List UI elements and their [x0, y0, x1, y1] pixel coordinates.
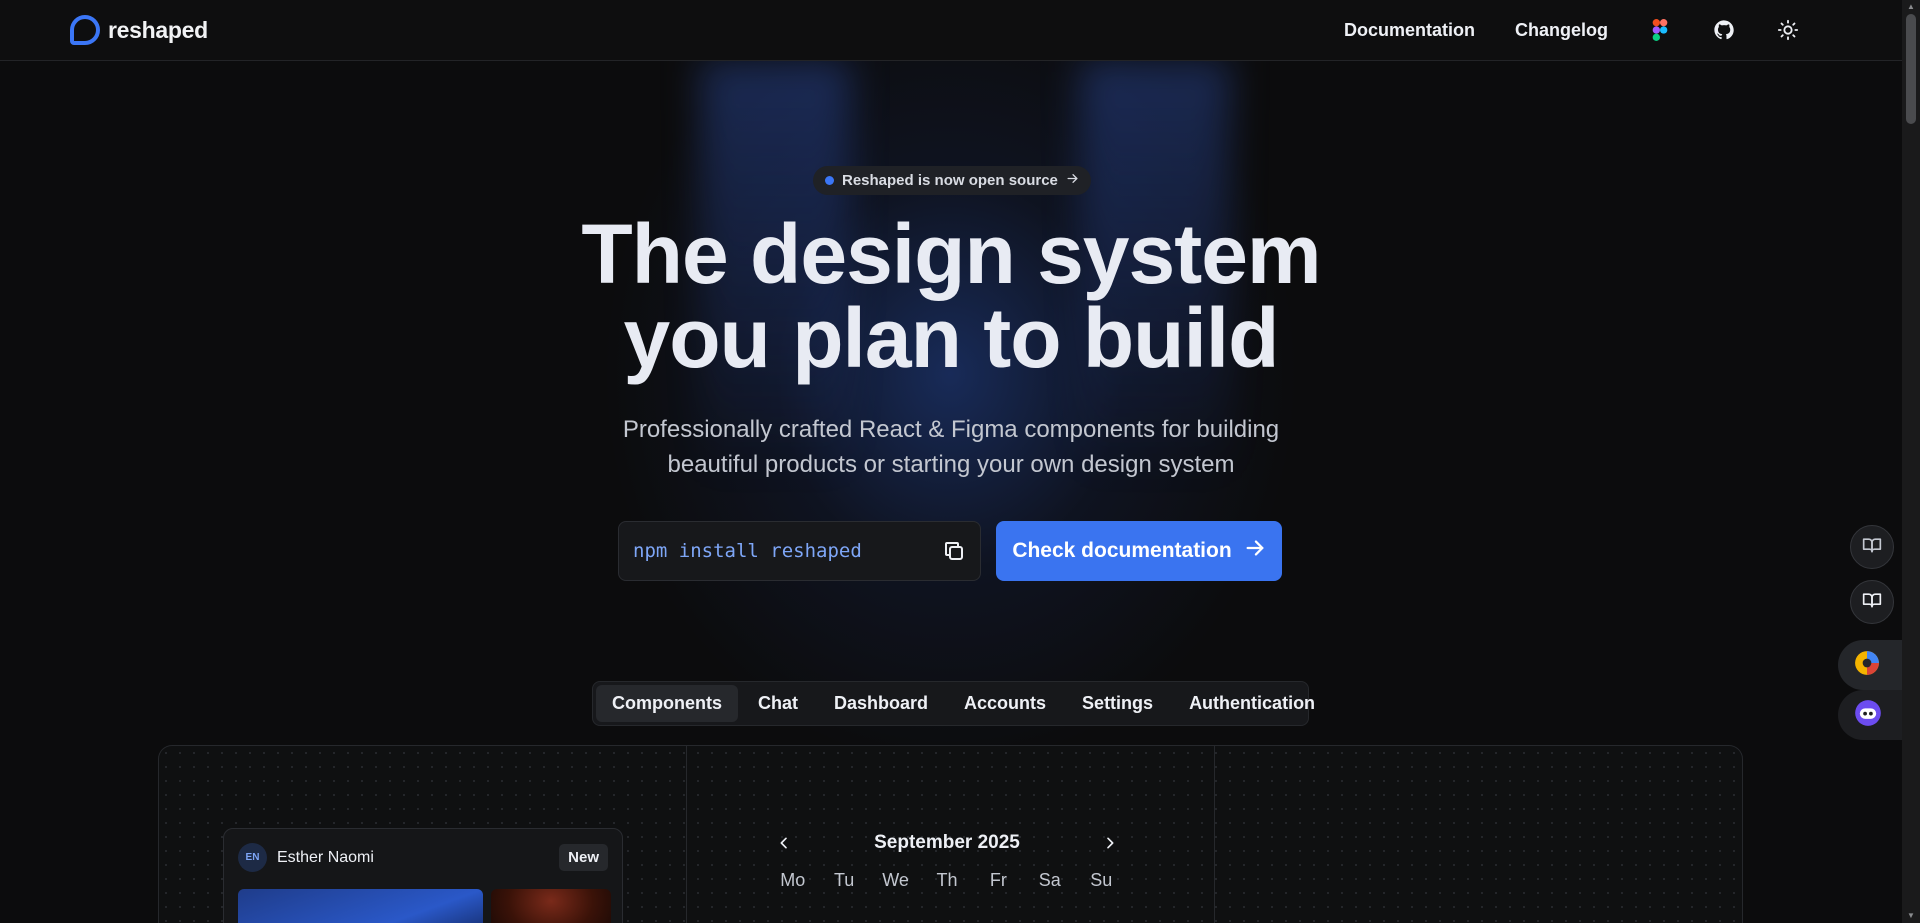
- column-divider: [1214, 746, 1215, 923]
- headline-line-1: The design system: [581, 207, 1321, 301]
- status-dot: [825, 176, 834, 185]
- weekday-label: Th: [936, 870, 958, 890]
- chevron-left-icon[interactable]: [767, 826, 801, 860]
- card-author-name: Esther Naomi: [277, 848, 374, 866]
- tab-authentication[interactable]: Authentication: [1173, 685, 1331, 722]
- book-open-icon: [1862, 535, 1882, 560]
- hero-subheading: Professionally crafted React & Figma com…: [0, 412, 1902, 482]
- subhead-line-2: beautiful products or starting your own …: [667, 451, 1235, 478]
- robot-icon: [1854, 699, 1882, 732]
- hero-headline: The design system you plan to build: [0, 212, 1902, 380]
- weekday-row: Mo Tu We Th Fr Sa Su: [767, 870, 1127, 891]
- weekday-label: Sa: [1038, 870, 1061, 890]
- weekday-label: Su: [1090, 870, 1113, 890]
- scroll-down-icon[interactable]: ▼: [1906, 911, 1916, 921]
- install-command-box: npm install reshaped: [618, 521, 981, 581]
- logo-text: reshaped: [108, 16, 208, 43]
- card-image: [238, 889, 483, 923]
- reader-button[interactable]: [1850, 525, 1894, 569]
- copy-icon[interactable]: [942, 539, 966, 563]
- new-badge: New: [559, 844, 608, 871]
- weekday-label: Fr: [989, 870, 1007, 890]
- figma-icon[interactable]: [1648, 18, 1672, 42]
- card-image: [491, 889, 611, 923]
- nav-links: Documentation Changelog: [1344, 18, 1832, 42]
- calendar-month: September 2025: [874, 832, 1020, 853]
- scrollbar-thumb[interactable]: [1906, 14, 1916, 124]
- nav-link-changelog[interactable]: Changelog: [1515, 20, 1608, 41]
- weekday-label: Mo: [780, 870, 806, 890]
- chevron-right-icon[interactable]: [1093, 826, 1127, 860]
- assistant-button[interactable]: [1838, 690, 1902, 740]
- announcement-text: Reshaped is now open source: [842, 172, 1058, 189]
- showcase-tabs: Components Chat Dashboard Accounts Setti…: [592, 681, 1315, 726]
- announcement-pill[interactable]: Reshaped is now open source: [813, 166, 1091, 195]
- cta-label: Check documentation: [1012, 539, 1232, 562]
- arrow-right-icon: [1244, 537, 1266, 565]
- tab-dashboard[interactable]: Dashboard: [818, 685, 944, 722]
- tab-settings[interactable]: Settings: [1066, 685, 1169, 722]
- logo-icon: [70, 15, 100, 45]
- weekday-label: We: [882, 870, 909, 890]
- headline-line-2: you plan to build: [623, 291, 1280, 385]
- github-icon[interactable]: [1712, 18, 1736, 42]
- nav-link-documentation[interactable]: Documentation: [1344, 20, 1475, 41]
- extension-button[interactable]: [1838, 640, 1902, 690]
- reader-mode-button[interactable]: [1850, 580, 1894, 624]
- page-scrollbar[interactable]: ▲ ▼: [1902, 0, 1920, 923]
- post-card[interactable]: EN Esther Naomi New: [223, 828, 623, 923]
- subhead-line-1: Professionally crafted React & Figma com…: [622, 416, 1280, 443]
- color-palette-icon: [1854, 650, 1880, 681]
- tab-components[interactable]: Components: [596, 685, 738, 722]
- top-nav: reshaped Documentation Changelog: [0, 0, 1902, 61]
- scroll-up-icon[interactable]: ▲: [1906, 2, 1916, 12]
- logo[interactable]: reshaped: [70, 15, 208, 45]
- column-divider: [686, 746, 687, 923]
- tab-accounts[interactable]: Accounts: [948, 685, 1062, 722]
- components-preview: EN Esther Naomi New September 2025 Mo Tu…: [158, 745, 1743, 923]
- install-command: npm install reshaped: [633, 540, 862, 562]
- weekday-label: Tu: [833, 870, 855, 890]
- avatar: EN: [238, 843, 267, 872]
- tab-chat[interactable]: Chat: [742, 685, 814, 722]
- arrow-right-icon: [1066, 172, 1079, 189]
- check-documentation-button[interactable]: Check documentation: [996, 521, 1282, 581]
- calendar-header: September 2025: [767, 826, 1127, 860]
- card-header: EN Esther Naomi New: [238, 843, 608, 872]
- sun-icon[interactable]: [1776, 18, 1800, 42]
- calendar: September 2025 Mo Tu We Th Fr Sa Su: [767, 826, 1127, 891]
- book-open-icon: [1862, 590, 1882, 615]
